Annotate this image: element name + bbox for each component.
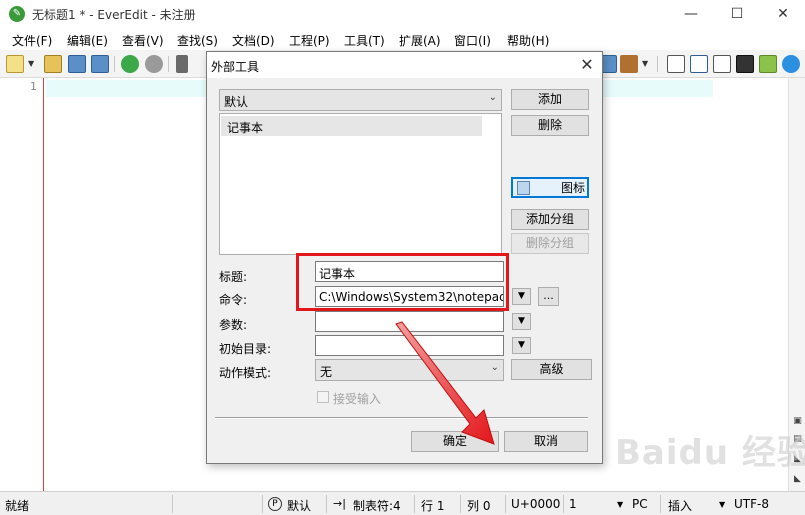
- plugin-icon[interactable]: [759, 55, 777, 73]
- menu-view[interactable]: 查看(V): [122, 32, 164, 49]
- status-column: 列 0: [467, 499, 491, 513]
- new-dropdown-icon[interactable]: ▼: [28, 59, 34, 68]
- initial-dir-dropdown-button[interactable]: ▼: [512, 337, 531, 354]
- minimize-button[interactable]: —: [668, 0, 714, 28]
- menu-tools[interactable]: 工具(T): [344, 32, 385, 49]
- line-number-gutter: 1: [0, 78, 44, 491]
- status-bar: 就绪 P 默认 →| 制表符:4 行 1 列 0 U+0000 1 ▼ PC 插…: [0, 491, 805, 515]
- delete-group-button[interactable]: 删除分组: [511, 233, 589, 254]
- menu-bar: 文件(F) 编辑(E) 查看(V) 查找(S) 文档(D) 工程(P) 工具(T…: [0, 28, 805, 50]
- accept-input-checkbox[interactable]: [317, 391, 329, 403]
- menu-document[interactable]: 文档(D): [232, 32, 275, 49]
- annotation-arrow-icon: [395, 321, 495, 445]
- tool-group-combo[interactable]: 默认 ⌄: [219, 89, 502, 111]
- cut-icon[interactable]: [176, 55, 188, 73]
- everedit-app-icon: ✎: [9, 6, 25, 22]
- toolbar-separator: [114, 56, 115, 72]
- charset-dropdown-icon[interactable]: ▼: [719, 500, 725, 509]
- outline-icon[interactable]: [667, 55, 685, 73]
- arguments-label: 参数:: [219, 318, 248, 332]
- highlight-annotation-box: [296, 253, 509, 311]
- dialog-title: 外部工具: [211, 60, 260, 74]
- accept-input-label: 接受输入: [333, 392, 382, 406]
- chevron-down-icon: ⌄: [488, 92, 497, 103]
- new-file-icon[interactable]: [6, 55, 24, 73]
- command-label: 命令:: [219, 293, 248, 307]
- delete-tool-button[interactable]: 删除: [511, 115, 589, 136]
- status-separator: [660, 495, 661, 513]
- status-charset[interactable]: UTF-8: [734, 497, 769, 511]
- save-all-icon[interactable]: [91, 55, 109, 73]
- menu-window[interactable]: 窗口(I): [454, 32, 491, 49]
- status-separator: [262, 495, 263, 513]
- initial-dir-label: 初始目录:: [219, 342, 272, 356]
- window-title: 无标题1 * - EverEdit - 未注册: [32, 8, 196, 22]
- line-number: 1: [30, 80, 37, 93]
- dialog-titlebar: 外部工具 ✕: [207, 52, 602, 78]
- split-view-icon[interactable]: [690, 55, 708, 73]
- cancel-button[interactable]: 取消: [504, 431, 588, 452]
- line-ending-dropdown-icon[interactable]: ▼: [617, 500, 623, 509]
- hammer-dropdown-icon[interactable]: ▼: [642, 59, 648, 68]
- open-folder-icon[interactable]: [44, 55, 62, 73]
- arguments-dropdown-button[interactable]: ▼: [512, 313, 531, 330]
- title-label: 标题:: [219, 270, 248, 284]
- window-titlebar: ✎ 无标题1 * - EverEdit - 未注册 — ☐ ✕: [0, 0, 805, 28]
- status-separator: [460, 495, 461, 513]
- toolbar-separator: [657, 56, 658, 72]
- dialog-close-button[interactable]: ✕: [576, 55, 598, 75]
- add-tool-button[interactable]: 添加: [511, 89, 589, 110]
- tab-arrow-icon: →|: [333, 497, 346, 510]
- menu-project[interactable]: 工程(P): [289, 32, 330, 49]
- scroll-marker-icon[interactable]: ◣: [792, 474, 803, 485]
- browse-command-button[interactable]: ...: [538, 287, 559, 306]
- add-group-button[interactable]: 添加分组: [511, 209, 589, 230]
- icon-button-label: 图标: [561, 181, 586, 195]
- tool-group-value: 默认: [224, 95, 249, 109]
- status-separator: [326, 495, 327, 513]
- file-list-icon[interactable]: [713, 55, 731, 73]
- close-window-button[interactable]: ✕: [760, 0, 805, 28]
- browser-icon[interactable]: [782, 55, 800, 73]
- status-tab-size[interactable]: 制表符:4: [353, 497, 401, 514]
- encoding-p-icon[interactable]: P: [268, 497, 282, 511]
- tool-list[interactable]: 记事本: [219, 113, 502, 255]
- action-mode-value: 无: [320, 365, 333, 379]
- menu-edit[interactable]: 编辑(E): [67, 32, 108, 49]
- hammer-icon[interactable]: [620, 55, 638, 73]
- baidu-watermark: Baidu 经验: [615, 433, 805, 473]
- maximize-button[interactable]: ☐: [714, 0, 760, 28]
- save-icon[interactable]: [68, 55, 86, 73]
- status-ready: 就绪: [5, 499, 30, 513]
- tool-name: 记事本: [227, 121, 264, 135]
- status-separator: [172, 495, 173, 513]
- status-unicode: U+0000: [511, 497, 561, 511]
- icon-button[interactable]: 图标: [511, 177, 589, 198]
- status-separator: [563, 495, 564, 513]
- menu-file[interactable]: 文件(F): [12, 32, 52, 49]
- redo-icon[interactable]: [145, 55, 163, 73]
- status-line: 行 1: [421, 499, 445, 513]
- status-separator: [414, 495, 415, 513]
- status-encoding-mode[interactable]: 默认: [287, 497, 311, 514]
- advanced-button[interactable]: 高级: [511, 359, 592, 380]
- notepad-icon: [517, 181, 530, 195]
- console-icon[interactable]: [736, 55, 754, 73]
- undo-icon[interactable]: [121, 55, 139, 73]
- menu-search[interactable]: 查找(S): [177, 32, 218, 49]
- status-separator: [505, 495, 506, 513]
- list-item[interactable]: 记事本: [221, 116, 482, 136]
- menu-help[interactable]: 帮助(H): [507, 32, 549, 49]
- menu-extensions[interactable]: 扩展(A): [399, 32, 441, 49]
- toolbar-separator: [168, 56, 169, 72]
- status-line-ending[interactable]: PC: [632, 497, 648, 511]
- action-mode-label: 动作模式:: [219, 366, 272, 380]
- command-dropdown-button[interactable]: ▼: [512, 288, 531, 305]
- status-insert-mode[interactable]: 插入: [668, 497, 692, 514]
- status-count: 1: [569, 497, 577, 511]
